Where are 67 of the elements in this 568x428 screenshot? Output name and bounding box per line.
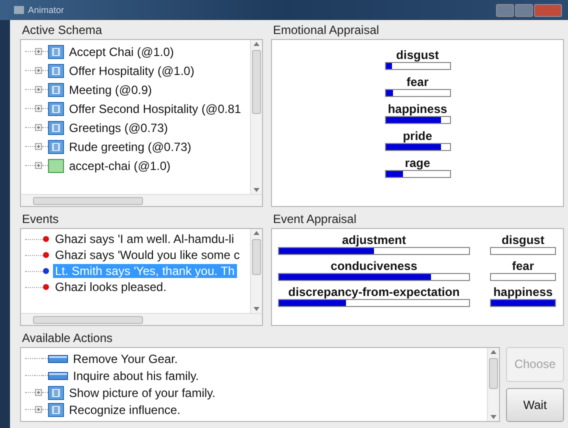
meter-label: happiness: [388, 102, 448, 116]
schema-icon: [48, 44, 64, 58]
close-button[interactable]: [534, 4, 562, 16]
maximize-button[interactable]: [515, 4, 533, 16]
app-icon: [14, 6, 24, 14]
scroll-up-icon[interactable]: [253, 40, 260, 48]
panel-title: Emotional Appraisal: [272, 22, 380, 39]
action-icon: [48, 372, 68, 380]
expander-icon[interactable]: [35, 86, 42, 93]
tree-item[interactable]: Inquire about his family.: [72, 368, 200, 382]
tree-item[interactable]: Remove Your Gear.: [72, 352, 179, 366]
tree-item[interactable]: accept-chai (@1.0): [68, 158, 172, 172]
schema-icon: [48, 82, 64, 96]
meter-label: discrepancy-from-expectation: [288, 285, 460, 299]
scroll-up-icon[interactable]: [490, 348, 497, 356]
event-item[interactable]: Ghazi looks pleased.: [53, 280, 168, 294]
meter-label: fear: [512, 259, 534, 273]
meter-label: pride: [402, 129, 432, 143]
tree-item[interactable]: Accept Chai (@1.0): [68, 44, 175, 58]
expander-icon[interactable]: [35, 105, 42, 112]
event-item[interactable]: Ghazi says 'I am well. Al-hamdu-li: [53, 232, 236, 246]
horizontal-scrollbar[interactable]: [21, 313, 262, 325]
vertical-scrollbar[interactable]: [250, 40, 262, 194]
meter-label: adjustment: [342, 233, 406, 247]
meter-label: rage: [404, 156, 430, 170]
window-title: Animator: [28, 5, 64, 15]
tree-item[interactable]: Recognize influence.: [68, 402, 182, 416]
meter-label: conduciveness: [330, 259, 418, 273]
schema-icon: [48, 102, 64, 116]
vertical-scrollbar[interactable]: [250, 229, 262, 313]
tree-item[interactable]: Offer Second Hospitality (@0.81: [68, 102, 242, 116]
scroll-up-icon[interactable]: [253, 229, 260, 237]
expander-icon[interactable]: [35, 406, 42, 413]
tree-item[interactable]: Offer Hospitality (@1.0): [68, 64, 196, 78]
meter-label: fear: [406, 75, 428, 89]
scroll-down-icon[interactable]: [253, 305, 260, 313]
panel-title: Active Schema: [21, 22, 104, 39]
scroll-down-icon[interactable]: [253, 186, 260, 194]
tree-item[interactable]: Greetings (@0.73): [68, 120, 169, 134]
schema-icon: [48, 64, 64, 78]
meter-label: disgust: [502, 233, 544, 247]
scroll-down-icon[interactable]: [490, 413, 497, 421]
expander-icon[interactable]: [35, 162, 42, 169]
expander-icon[interactable]: [35, 67, 42, 74]
panel-title: Events: [21, 211, 60, 228]
panel-title: Available Actions: [21, 330, 114, 347]
action-icon: [48, 354, 68, 362]
expander-icon[interactable]: [35, 389, 42, 396]
meter-label: disgust: [396, 48, 439, 62]
horizontal-scrollbar[interactable]: [21, 194, 262, 206]
tree-item[interactable]: Show picture of your family.: [68, 386, 217, 400]
tree-item[interactable]: Rude greeting (@0.73): [68, 140, 192, 154]
schema-icon: [48, 402, 64, 416]
meter-label: happiness: [493, 285, 553, 299]
tree-item[interactable]: Meeting (@0.9): [68, 82, 153, 96]
expander-icon[interactable]: [35, 48, 42, 55]
action-button[interactable]: Wait: [506, 388, 564, 422]
minimize-button[interactable]: [496, 4, 514, 16]
vertical-scrollbar[interactable]: [487, 348, 499, 421]
event-item[interactable]: Ghazi says 'Would you like some c: [53, 248, 242, 262]
schema-icon: [48, 386, 64, 400]
expander-icon[interactable]: [35, 124, 42, 131]
schema-icon: [48, 140, 64, 154]
goal-icon: [48, 158, 64, 172]
schema-icon: [48, 120, 64, 134]
expander-icon[interactable]: [35, 143, 42, 150]
panel-title: Event Appraisal: [272, 211, 358, 228]
